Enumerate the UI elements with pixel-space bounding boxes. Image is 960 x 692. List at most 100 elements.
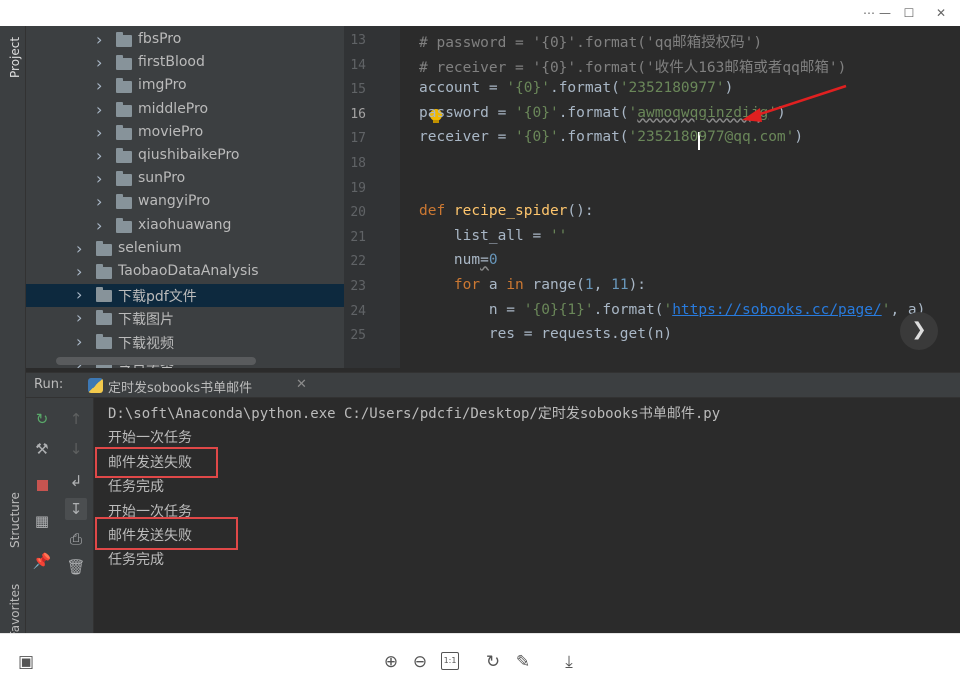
chevron-right-icon[interactable]: › <box>76 333 88 350</box>
rerun-icon[interactable]: ↻ <box>31 408 53 430</box>
code-line[interactable]: account = '{0}'.format('2352180977') <box>419 80 733 96</box>
tree-item[interactable]: › TaobaoDataAnalysis <box>26 261 344 284</box>
tree-item-label: 下载图片 <box>118 312 174 329</box>
tree-item[interactable]: › 下载视频 <box>26 331 344 354</box>
folder-icon <box>116 32 132 47</box>
folder-icon <box>116 78 132 94</box>
folder-icon <box>116 148 132 163</box>
chevron-right-icon[interactable]: › <box>76 264 88 280</box>
tree-item[interactable]: › imgPro <box>26 75 344 98</box>
chevron-right-icon[interactable]: › <box>96 217 108 234</box>
run-console[interactable]: D:\soft\Anaconda\python.exe C:/Users/pdc… <box>95 398 960 633</box>
pin-icon[interactable]: 📌 <box>31 550 53 572</box>
code-line[interactable]: num=0 <box>419 252 498 268</box>
thumbnail-icon[interactable]: ▣ <box>15 651 37 673</box>
tree-item[interactable]: › moviePro <box>26 122 344 145</box>
line-number: 13 <box>350 33 366 48</box>
soft-wrap-icon[interactable]: ↲ <box>65 470 87 492</box>
line-number: 15 <box>350 82 366 98</box>
project-tree: ›今日头条›下载视频›下载图片›下载pdf文件›TaobaoDataAnalys… <box>26 26 344 368</box>
code-token: res = requests.get(n) <box>419 326 673 343</box>
scroll-to-end-icon[interactable]: ↧ <box>65 498 87 520</box>
code-token: (): <box>567 203 594 220</box>
chevron-right-icon[interactable]: › <box>96 171 108 187</box>
chevron-right-icon[interactable]: › <box>96 78 108 94</box>
code-token: password = <box>419 104 516 121</box>
chevron-right-icon[interactable]: › <box>96 55 108 71</box>
close-button[interactable]: ✕ <box>930 4 952 22</box>
zoom-out-icon[interactable]: ⊖ <box>409 651 431 673</box>
code-editor[interactable]: # password = '{0}'.format('qq邮箱授权码') # re… <box>400 26 960 368</box>
stop-icon[interactable] <box>31 474 53 496</box>
rotate-icon[interactable]: ↻ <box>482 651 504 673</box>
tree-item-label: moviePro <box>138 123 204 140</box>
close-tab-icon[interactable]: ✕ <box>296 377 307 392</box>
code-line[interactable]: for a in range(1, 11): <box>419 277 646 293</box>
code-token: ' <box>663 301 673 318</box>
chevron-right-icon[interactable]: › <box>96 124 108 141</box>
layout-icon[interactable]: ▦ <box>31 510 53 532</box>
favorites-tool-tab[interactable]: Favorites <box>8 584 22 638</box>
tree-horizontal-scrollbar[interactable] <box>56 357 256 365</box>
up-arrow-icon[interactable]: ↑ <box>65 408 87 430</box>
folder-icon <box>96 264 112 279</box>
code-line[interactable]: password = '{0}'.format('awmoqwqginzdijg… <box>419 105 786 121</box>
code-line[interactable]: res = requests.get(n) <box>419 326 672 342</box>
tree-item[interactable]: › qiushibaikePro <box>26 145 344 168</box>
tree-item[interactable]: › middlePro <box>26 99 344 122</box>
code-line[interactable]: n = '{0}{1}'.format('https://sobooks.cc/… <box>419 301 926 318</box>
editor-gutter: 13 14 15 16 17 18 19 20 21 22 23 24 25 <box>344 26 414 368</box>
code-token: https://sobooks.cc/page/ <box>672 301 882 318</box>
code-token: .format( <box>558 104 629 121</box>
console-output-line: 开始一次任务 <box>108 430 192 447</box>
chevron-right-icon[interactable]: › <box>96 148 108 164</box>
zoom-in-icon[interactable]: ⊕ <box>380 651 402 673</box>
minimize-button[interactable]: — <box>874 4 896 22</box>
actual-size-icon[interactable]: 1:1 <box>441 652 459 670</box>
folder-icon <box>116 217 132 233</box>
down-arrow-icon[interactable]: ↓ <box>65 438 87 460</box>
wrench-icon[interactable]: ⚒ <box>31 438 53 460</box>
code-line[interactable]: list_all = '' <box>419 228 568 244</box>
edit-icon[interactable]: ✎ <box>512 651 534 673</box>
tree-item[interactable]: › sunPro <box>26 168 344 191</box>
code-token: ) <box>794 129 804 146</box>
chevron-right-icon[interactable]: › <box>96 194 108 210</box>
tree-item[interactable]: › selenium <box>26 238 344 261</box>
tree-item-label: 下载视频 <box>118 335 174 352</box>
tree-item[interactable]: › fbsPro <box>26 29 344 52</box>
maximize-button[interactable]: ☐ <box>898 4 920 22</box>
next-image-button[interactable]: ❯ <box>900 312 938 350</box>
download-icon[interactable]: ⤓ <box>558 651 580 673</box>
tree-item[interactable]: › 下载pdf文件 <box>26 284 344 308</box>
chevron-right-icon[interactable]: › <box>96 101 108 118</box>
code-token: .format( <box>593 301 664 318</box>
code-token: = <box>480 252 489 269</box>
chevron-right-icon[interactable]: › <box>76 240 88 257</box>
tree-item[interactable]: › wangyiPro <box>26 191 344 214</box>
chevron-right-icon[interactable]: › <box>76 310 88 326</box>
project-tool-tab[interactable]: Project <box>8 37 22 78</box>
print-icon[interactable]: ⎙ <box>65 528 87 550</box>
code-token: '{0}' <box>506 80 550 97</box>
chevron-right-icon[interactable]: › <box>76 287 88 303</box>
code-line[interactable]: # password = '{0}'.format('qq邮箱授权码') <box>419 31 762 52</box>
code-token: 1 <box>584 277 594 293</box>
tree-item-label: TaobaoDataAnalysis <box>118 263 259 279</box>
highlight-box <box>95 517 238 550</box>
chevron-right-icon[interactable]: › <box>96 32 108 48</box>
code-line[interactable]: # receiver = '{0}'.format('收件人163邮箱或者qq邮… <box>419 56 846 77</box>
trash-icon[interactable]: 🗑 <box>65 556 87 578</box>
run-config-tab[interactable]: 定时发sobooks书单邮件 ✕ <box>82 373 307 399</box>
code-line[interactable]: receiver = '{0}'.format('2352180977@qq.c… <box>419 129 803 145</box>
folder-icon <box>116 124 132 140</box>
code-token: num <box>419 252 481 269</box>
code-line[interactable]: def recipe_spider(): <box>419 203 594 219</box>
code-token: # password = '{0}'.format('qq邮箱授权码') <box>419 35 763 51</box>
tree-item[interactable]: › 下载图片 <box>26 307 344 330</box>
structure-tool-tab[interactable]: Structure <box>8 492 22 548</box>
tree-item[interactable]: › firstBlood <box>26 52 344 75</box>
code-token: .format( <box>549 80 620 97</box>
run-tab-title: 定时发sobooks书单邮件 <box>108 381 253 396</box>
tree-item[interactable]: › xiaohuawang <box>26 215 344 238</box>
